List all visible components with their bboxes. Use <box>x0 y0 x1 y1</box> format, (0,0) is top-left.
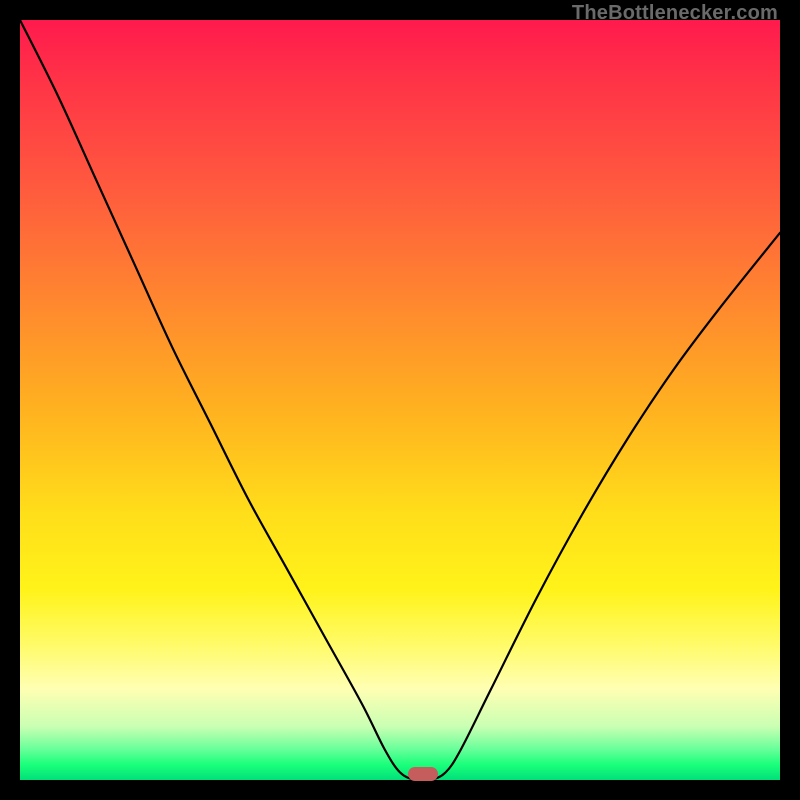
chart-frame: TheBottlenecker.com <box>0 0 800 800</box>
bottleneck-curve <box>20 20 780 780</box>
optimal-marker <box>408 767 438 781</box>
plot-area <box>20 20 780 780</box>
source-caption: TheBottlenecker.com <box>572 2 778 25</box>
